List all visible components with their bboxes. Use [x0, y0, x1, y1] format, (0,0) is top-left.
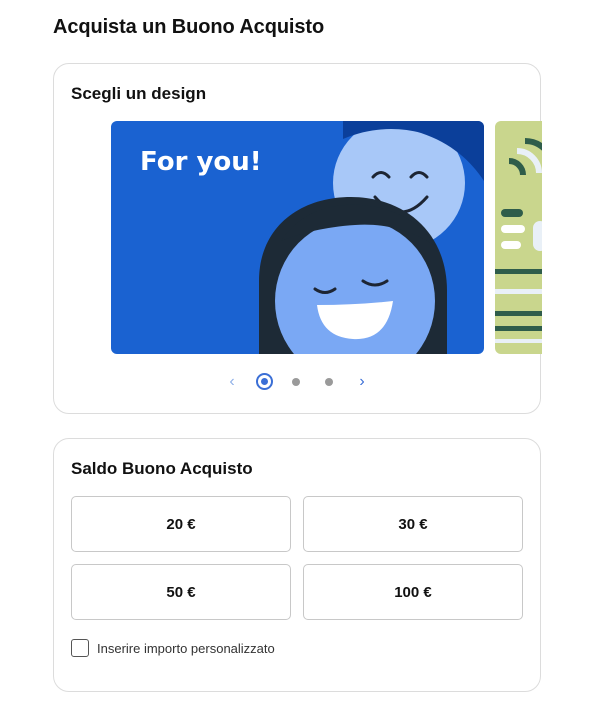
- custom-amount-checkbox[interactable]: [71, 639, 89, 657]
- amount-option-20[interactable]: 20 €: [71, 496, 291, 552]
- design-card: Scegli un design For you! ‹ ›: [53, 63, 542, 414]
- chevron-left-icon[interactable]: ‹: [222, 372, 242, 392]
- custom-amount-row: Inserire importo personalizzato: [71, 639, 275, 657]
- carousel-navigation: ‹ ›: [54, 372, 540, 392]
- amount-card-title: Saldo Buono Acquisto: [71, 459, 253, 478]
- amount-option-50[interactable]: 50 €: [71, 564, 291, 620]
- design-carousel: For you!: [111, 121, 542, 355]
- design-card-title: Scegli un design: [71, 84, 207, 103]
- carousel-dot-3[interactable]: [325, 378, 333, 386]
- carousel-dot-1[interactable]: [256, 373, 273, 390]
- amount-card: Saldo Buono Acquisto 20 € 30 € 50 € 100 …: [53, 438, 541, 692]
- amount-option-100[interactable]: 100 €: [303, 564, 523, 620]
- slide-caption: For you!: [140, 147, 262, 177]
- amount-option-30[interactable]: 30 €: [303, 496, 523, 552]
- page-title: Acquista un Buono Acquisto: [53, 16, 325, 38]
- chevron-right-icon[interactable]: ›: [352, 372, 372, 392]
- custom-amount-label[interactable]: Inserire importo personalizzato: [97, 641, 275, 656]
- design-slide-1[interactable]: For you!: [111, 121, 484, 354]
- carousel-dot-2[interactable]: [292, 378, 300, 386]
- pattern-illustration: [495, 138, 542, 343]
- design-slide-2-preview[interactable]: [495, 121, 542, 354]
